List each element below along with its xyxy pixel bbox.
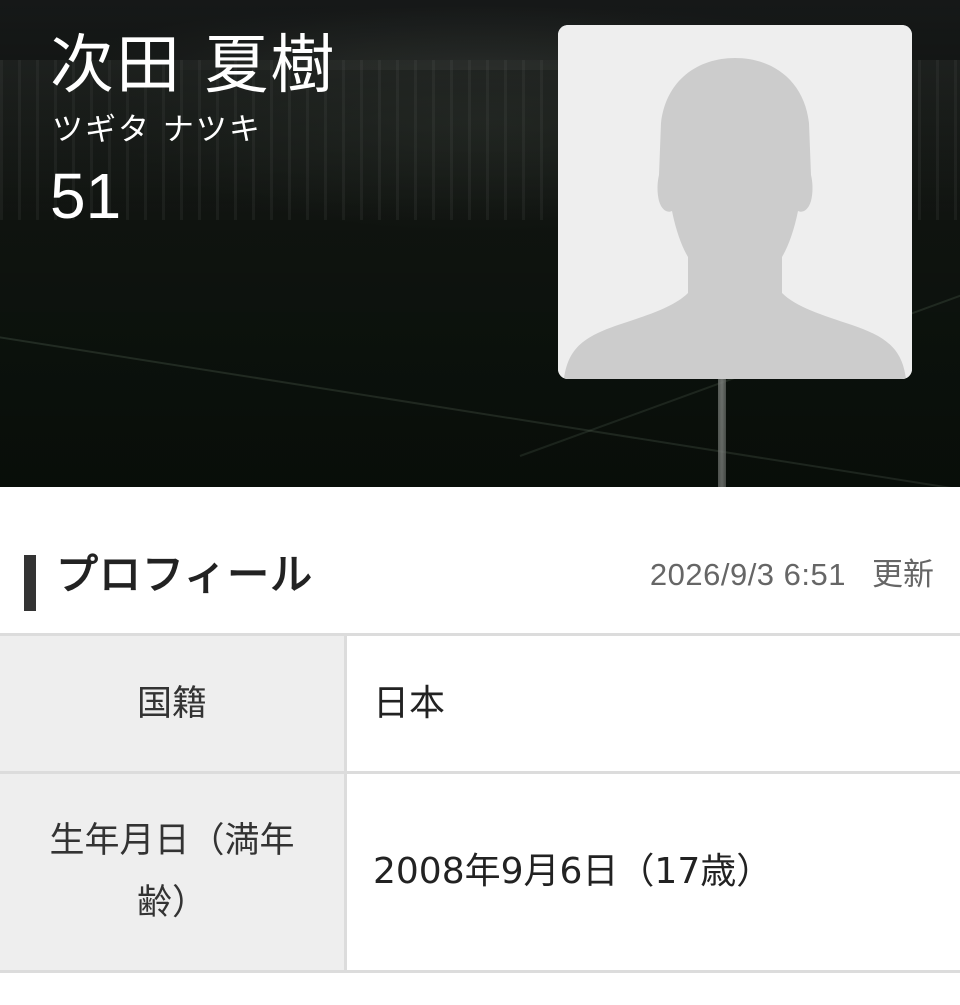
table-row: 生年月日（満年齢） 2008年9月6日（17歳） [0, 774, 960, 973]
section-title: プロフィール [56, 550, 314, 599]
profile-section-header: プロフィール 2026/9/3 6:51 更新 [0, 487, 960, 635]
row-label-nationality: 国籍 [0, 636, 347, 771]
row-value-nationality: 日本 [373, 682, 446, 724]
table-row: 国籍 日本 [0, 636, 960, 774]
section-accent-bar [24, 555, 36, 611]
player-name-kana: ツギタ ナツキ [52, 112, 262, 148]
player-photo [558, 25, 912, 379]
player-number: 51 [50, 160, 122, 232]
row-value-birthdate: 2008年9月6日（17歳） [373, 851, 773, 892]
profile-table: 国籍 日本 生年月日（満年齢） 2008年9月6日（17歳） [0, 633, 960, 973]
player-hero: 次田 夏樹 ツギタ ナツキ 51 [0, 0, 960, 487]
silhouette-placeholder-icon [558, 25, 912, 379]
player-name: 次田 夏樹 [50, 29, 337, 103]
updated-time: 2026/9/3 6:51 [649, 557, 846, 592]
updated-timestamp: 2026/9/3 6:51 更新 [650, 555, 934, 595]
row-label-birthdate: 生年月日（満年齢） [0, 774, 347, 970]
updated-label: 更新 [872, 557, 934, 593]
